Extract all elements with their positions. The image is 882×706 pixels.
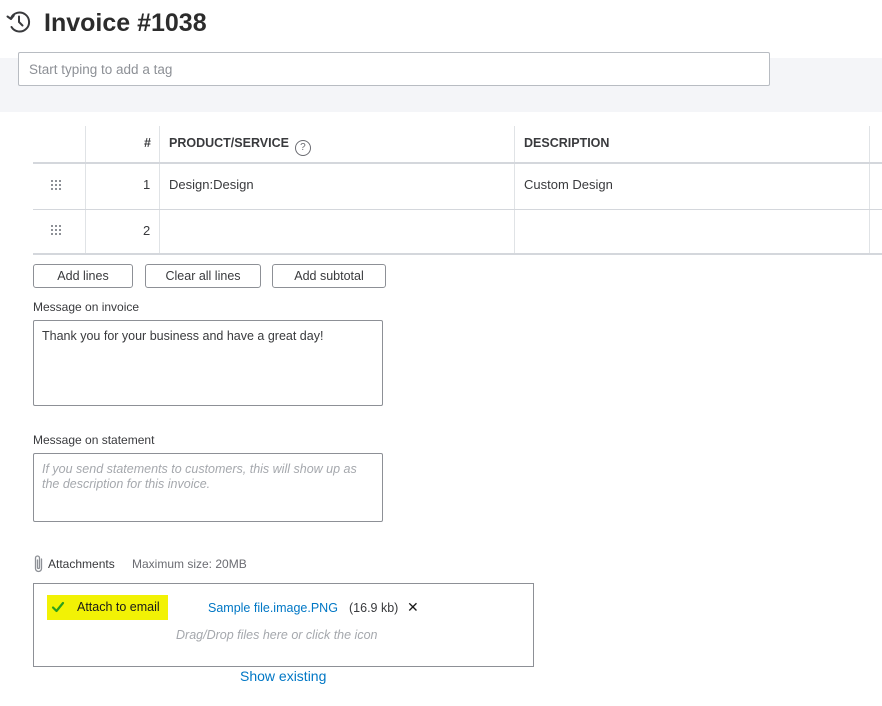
add-lines-button[interactable]: Add lines [33,264,133,288]
page-title: Invoice #1038 [44,9,207,37]
attached-file-link[interactable]: Sample file.image.PNG [208,601,338,615]
message-on-statement-field[interactable] [33,453,383,522]
drop-files-hint: Drag/Drop files here or click the icon [176,628,378,642]
show-existing-link[interactable]: Show existing [240,668,326,684]
product-service-cell[interactable]: Design:Design [169,177,254,192]
max-size-text: Maximum size: 20MB [132,557,247,571]
row-number: 2 [143,223,151,238]
message-on-invoice-field[interactable]: Thank you for your business and have a g… [33,320,383,406]
column-header-product: PRODUCT/SERVICE? [169,136,311,156]
add-subtotal-button[interactable]: Add subtotal [272,264,386,288]
description-cell[interactable]: Custom Design [524,177,613,192]
tag-input[interactable] [18,52,770,86]
table-row[interactable]: 2 [33,210,882,255]
attach-to-email-checkbox[interactable] [51,600,65,614]
remove-attachment-icon[interactable]: ✕ [407,599,419,616]
column-header-product-label: PRODUCT/SERVICE [169,136,289,150]
column-header-description: DESCRIPTION [524,136,610,150]
column-header-number: # [144,136,151,150]
help-question-icon[interactable]: ? [294,140,311,156]
attachments-label: Attachments [48,557,115,571]
attach-to-email-label[interactable]: Attach to email [77,600,160,614]
clear-all-lines-button[interactable]: Clear all lines [145,264,261,288]
drag-handle-icon[interactable] [51,225,63,237]
row-number: 1 [143,177,151,192]
message-on-invoice-label: Message on invoice [33,300,140,314]
message-on-statement-label: Message on statement [33,433,155,447]
table-row[interactable]: 1 Design:Design Custom Design [33,164,882,210]
table-header-row: # PRODUCT/SERVICE? DESCRIPTION [33,126,882,164]
drag-handle-icon[interactable] [51,180,63,192]
history-clock-icon[interactable] [6,9,32,35]
paperclip-icon [34,555,43,573]
attached-file-size: (16.9 kb) [349,601,399,615]
